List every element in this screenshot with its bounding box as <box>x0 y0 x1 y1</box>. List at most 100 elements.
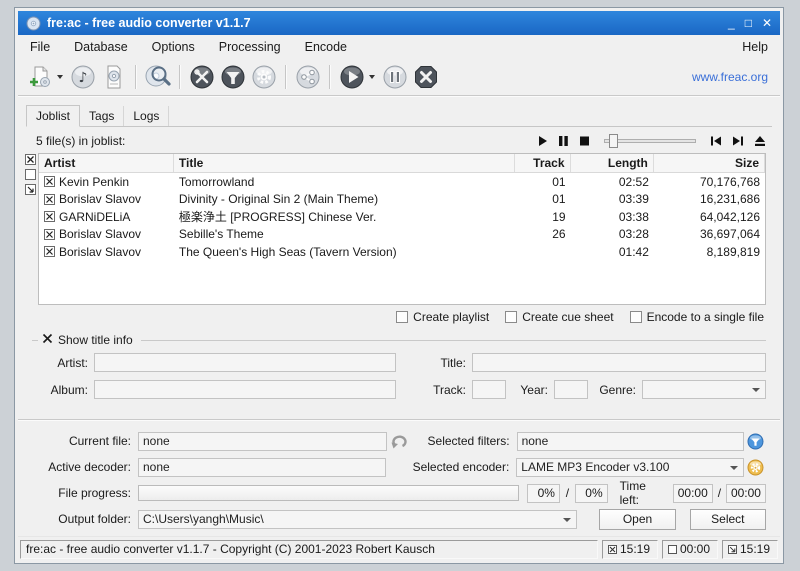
next-track-icon[interactable] <box>732 135 744 147</box>
year-field[interactable] <box>554 380 588 399</box>
encoder-settings-icon[interactable] <box>744 459 766 476</box>
menu-file[interactable]: File <box>28 38 52 56</box>
tab-joblist[interactable]: Joblist <box>26 105 81 127</box>
file-progress-bar <box>138 485 520 501</box>
row-checkbox-checked-icon[interactable] <box>44 246 55 258</box>
title-info-header[interactable]: Show title info <box>58 333 133 347</box>
artist-field[interactable] <box>94 353 396 372</box>
file-progress-label: File progress: <box>58 486 131 500</box>
title-field[interactable] <box>472 353 766 372</box>
active-decoder-value: none <box>138 457 387 477</box>
freac-website-link[interactable]: www.freac.org <box>692 70 772 84</box>
row-checkbox-checked-icon[interactable] <box>44 176 55 188</box>
title-info-group: Show title info Artist: Title: Album: Tr… <box>18 329 780 417</box>
group-divider <box>32 339 38 341</box>
tab-strip: Joblist Tags Logs <box>26 105 772 127</box>
settings-gear-icon[interactable] <box>250 63 278 91</box>
collapse-icon[interactable] <box>42 333 53 347</box>
clock-remaining-time: 15:19 <box>722 539 778 559</box>
svg-text:♪: ♪ <box>79 70 88 86</box>
create-playlist-option[interactable]: Create playlist <box>396 310 489 324</box>
maximize-button[interactable]: □ <box>745 16 752 30</box>
menu-help[interactable]: Help <box>740 38 770 56</box>
stop-icon[interactable] <box>579 135 590 147</box>
open-button[interactable]: Open <box>599 508 676 530</box>
track-list-icon[interactable] <box>100 63 128 91</box>
genre-combobox[interactable] <box>642 380 766 399</box>
output-folder-label: Output folder: <box>58 512 131 526</box>
share-icon[interactable] <box>294 63 322 91</box>
start-encoding-dropdown-icon[interactable] <box>369 75 375 79</box>
menu-options[interactable]: Options <box>150 38 197 56</box>
playback-toggle-icon[interactable] <box>387 433 409 449</box>
filters-settings-icon[interactable] <box>744 433 766 450</box>
encode-single-file-checkbox[interactable] <box>629 311 642 323</box>
tab-logs[interactable]: Logs <box>124 106 170 126</box>
window-title: fre:ac - free audio converter v1.1.7 <box>47 16 251 30</box>
app-window: fre:ac - free audio converter v1.1.7 _ □… <box>14 7 784 564</box>
row-checkbox-checked-icon[interactable] <box>44 193 55 205</box>
encode-single-file-option[interactable]: Encode to a single file <box>629 310 764 324</box>
menu-bar: File Database Options Processing Encode … <box>18 35 780 59</box>
current-file-value: none <box>138 431 387 451</box>
table-row[interactable]: Borislav Slavov The Queen's High Seas (T… <box>39 243 765 261</box>
output-folder-combobox[interactable]: C:\Users\yangh\Music\ <box>138 509 578 529</box>
stop-encoding-icon[interactable] <box>412 63 440 91</box>
row-checkbox-checked-icon[interactable] <box>44 211 55 223</box>
statusbar-text: fre:ac - free audio converter v1.1.7 - C… <box>20 539 598 559</box>
eject-icon[interactable] <box>754 135 766 147</box>
menu-processing[interactable]: Processing <box>217 38 283 56</box>
filter-icon[interactable] <box>219 63 247 91</box>
chevron-down-icon <box>563 517 572 522</box>
close-button[interactable]: ✕ <box>762 16 772 30</box>
column-title[interactable]: Title <box>174 154 515 172</box>
toggle-selection-icon[interactable] <box>24 184 36 195</box>
column-length[interactable]: Length <box>571 154 654 172</box>
toolbar-divider <box>18 95 780 97</box>
open-audio-file-icon[interactable]: ♪ <box>69 63 97 91</box>
select-none-icon[interactable] <box>24 169 36 180</box>
column-artist[interactable]: Artist <box>39 154 174 172</box>
create-cue-sheet-checkbox[interactable] <box>505 311 518 323</box>
clock-icon <box>668 544 677 554</box>
previous-track-icon[interactable] <box>710 135 722 147</box>
column-track[interactable]: Track <box>515 154 571 172</box>
table-header[interactable]: Artist Title Track Length Size <box>39 154 765 173</box>
seek-slider[interactable] <box>604 134 696 148</box>
selected-encoder-combobox[interactable]: LAME MP3 Encoder v3.100 <box>516 457 744 477</box>
create-playlist-checkbox[interactable] <box>396 311 409 323</box>
add-files-icon[interactable] <box>26 63 54 91</box>
select-all-icon[interactable] <box>24 154 36 165</box>
column-size[interactable]: Size <box>654 154 765 172</box>
output-options: Create playlist Create cue sheet Encode … <box>18 305 780 329</box>
current-file-label: Current file: <box>68 434 131 448</box>
configure-tools-icon[interactable] <box>188 63 216 91</box>
pause-encoding-icon[interactable] <box>381 63 409 91</box>
album-field[interactable] <box>94 380 396 399</box>
add-files-dropdown-icon[interactable] <box>57 75 63 79</box>
joblist-header: 5 file(s) in joblist: <box>18 127 780 153</box>
create-cue-sheet-option[interactable]: Create cue sheet <box>505 310 614 324</box>
menu-encode[interactable]: Encode <box>303 38 349 56</box>
title-label: Title: <box>440 355 466 370</box>
title-bar[interactable]: fre:ac - free audio converter v1.1.7 _ □… <box>18 11 780 35</box>
group-divider <box>140 339 766 341</box>
select-button[interactable]: Select <box>689 508 766 530</box>
row-checkbox-checked-icon[interactable] <box>44 228 55 240</box>
table-row[interactable]: Kevin Penkin Tomorrowland 01 02:52 70,17… <box>39 173 765 191</box>
toolbar-separator <box>285 65 287 89</box>
table-row[interactable]: Borislav Slavov Sebille's Theme 26 03:28… <box>39 226 765 244</box>
cddb-query-icon[interactable] <box>144 63 172 91</box>
seek-slider-thumb[interactable] <box>609 134 618 148</box>
menu-database[interactable]: Database <box>72 38 130 56</box>
table-row[interactable]: Borislav Slavov Divinity - Original Sin … <box>39 191 765 209</box>
tab-tags[interactable]: Tags <box>80 106 125 126</box>
track-field[interactable] <box>472 380 506 399</box>
table-row[interactable]: GARNiDELiA 極楽浄土 [PROGRESS] Chinese Ver. … <box>39 208 765 226</box>
track-label: Track: <box>433 382 466 397</box>
pause-icon[interactable] <box>558 135 569 147</box>
start-encoding-icon[interactable] <box>338 63 366 91</box>
toolbar-separator <box>329 65 331 89</box>
minimize-button[interactable]: _ <box>728 16 735 30</box>
play-icon[interactable] <box>537 135 548 147</box>
